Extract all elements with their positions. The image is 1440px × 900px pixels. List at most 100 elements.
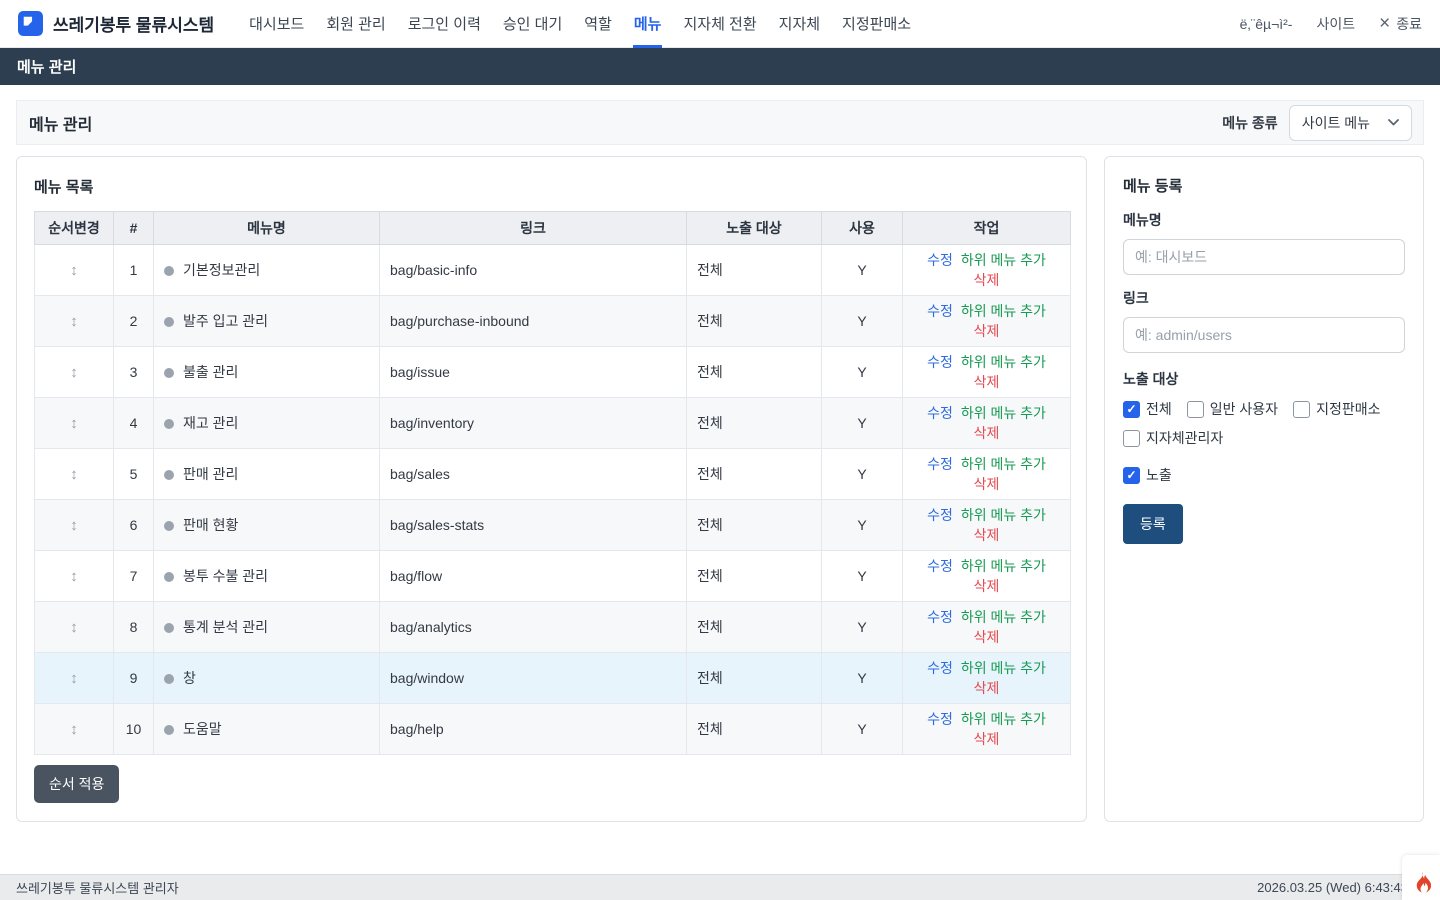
table-cell: Y xyxy=(822,653,903,704)
checkbox-checked-icon[interactable]: ✓ xyxy=(1123,401,1140,418)
menu-register-panel: 메뉴 등록 메뉴명 링크 노출 대상 ✓전체일반 사용자지정판매소지자체관리자 … xyxy=(1104,156,1424,822)
edit-link[interactable]: 수정 xyxy=(927,558,953,574)
table-cell: 전체 xyxy=(687,602,822,653)
register-button[interactable]: 등록 xyxy=(1123,504,1183,544)
table-cell: 통계 분석 관리 xyxy=(154,602,380,653)
nav-item[interactable]: 지자체 xyxy=(768,0,831,48)
menu-use-flag: Y xyxy=(857,262,866,278)
nav-item[interactable]: 지자체 전환 xyxy=(672,0,767,48)
column-header: 순서변경 xyxy=(35,212,114,245)
target-checkbox[interactable]: 지자체관리자 xyxy=(1123,428,1223,448)
table-row: ↕9창bag/window전체Y수정하위 메뉴 추가삭제 xyxy=(35,653,1071,704)
logout-button[interactable]: × 종료 xyxy=(1379,14,1422,34)
drag-handle-icon[interactable]: ↕ xyxy=(70,466,78,483)
add-submenu-link[interactable]: 하위 메뉴 추가 xyxy=(961,303,1046,319)
delete-link[interactable]: 삭제 xyxy=(974,527,1000,543)
site-link[interactable]: 사이트 xyxy=(1316,14,1355,34)
edit-link[interactable]: 수정 xyxy=(927,252,953,268)
main-content: 메뉴 목록 순서변경#메뉴명링크노출 대상사용작업 ↕1기본정보관리bag/ba… xyxy=(16,156,1424,822)
delete-link[interactable]: 삭제 xyxy=(974,731,1000,747)
delete-link[interactable]: 삭제 xyxy=(974,323,1000,339)
target-checkbox[interactable]: 일반 사용자 xyxy=(1187,399,1278,419)
delete-link[interactable]: 삭제 xyxy=(974,374,1000,390)
table-cell: bag/sales xyxy=(380,449,687,500)
menu-link-label: 링크 xyxy=(1123,288,1405,308)
delete-link[interactable]: 삭제 xyxy=(974,578,1000,594)
edit-link[interactable]: 수정 xyxy=(927,507,953,523)
add-submenu-link[interactable]: 하위 메뉴 추가 xyxy=(961,711,1046,727)
menu-name-input[interactable] xyxy=(1123,239,1405,275)
nav-items: 대시보드회원 관리로그인 이력승인 대기역할메뉴지자체 전환지자체지정판매소 xyxy=(238,0,922,48)
edit-link[interactable]: 수정 xyxy=(927,711,953,727)
debug-toolbar-button[interactable] xyxy=(1402,855,1440,900)
drag-handle-icon[interactable]: ↕ xyxy=(70,517,78,534)
add-submenu-link[interactable]: 하위 메뉴 추가 xyxy=(961,609,1046,625)
add-submenu-link[interactable]: 하위 메뉴 추가 xyxy=(961,252,1046,268)
menu-link: bag/help xyxy=(390,721,444,737)
table-cell: 수정 하위 메뉴 추가삭제 xyxy=(903,449,1071,500)
add-submenu-link[interactable]: 하위 메뉴 추가 xyxy=(961,456,1046,472)
table-cell: 1 xyxy=(114,245,154,296)
row-number: 5 xyxy=(130,466,138,482)
menu-use-flag: Y xyxy=(857,619,866,635)
visible-checkbox[interactable]: ✓노출 xyxy=(1123,465,1172,485)
target-checkbox[interactable]: ✓전체 xyxy=(1123,399,1172,419)
drag-handle-icon[interactable]: ↕ xyxy=(70,721,78,738)
page-title: 메뉴 관리 xyxy=(28,111,92,135)
nav-item[interactable]: 회원 관리 xyxy=(315,0,396,48)
checkbox-checked-icon[interactable]: ✓ xyxy=(1123,467,1140,484)
column-header: 메뉴명 xyxy=(154,212,380,245)
menu-use-flag: Y xyxy=(857,670,866,686)
edit-link[interactable]: 수정 xyxy=(927,660,953,676)
menu-link-input[interactable] xyxy=(1123,317,1405,353)
nav-item[interactable]: 역할 xyxy=(573,0,623,48)
checkbox-unchecked-icon[interactable] xyxy=(1123,430,1140,447)
menu-name: 기본정보관리 xyxy=(183,262,260,278)
drag-handle-icon[interactable]: ↕ xyxy=(70,670,78,687)
table-cell: bag/sales-stats xyxy=(380,500,687,551)
page-header: 메뉴 관리 메뉴 종류 사이트 메뉴 xyxy=(16,100,1424,145)
edit-link[interactable]: 수정 xyxy=(927,405,953,421)
edit-link[interactable]: 수정 xyxy=(927,303,953,319)
nav-item[interactable]: 로그인 이력 xyxy=(397,0,492,48)
delete-link[interactable]: 삭제 xyxy=(974,680,1000,696)
target-label: 노출 대상 xyxy=(1123,369,1405,389)
nav-item[interactable]: 지정판매소 xyxy=(831,0,922,48)
drag-handle-icon[interactable]: ↕ xyxy=(70,364,78,381)
drag-handle-icon[interactable]: ↕ xyxy=(70,619,78,636)
edit-link[interactable]: 수정 xyxy=(927,354,953,370)
drag-handle-icon[interactable]: ↕ xyxy=(70,568,78,585)
delete-link[interactable]: 삭제 xyxy=(974,425,1000,441)
nav-item[interactable]: 승인 대기 xyxy=(492,0,573,48)
menu-target: 전체 xyxy=(697,262,723,278)
checkbox-unchecked-icon[interactable] xyxy=(1293,401,1310,418)
target-checkbox[interactable]: 지정판매소 xyxy=(1293,399,1380,419)
bullet-icon xyxy=(164,572,174,582)
table-cell: 전체 xyxy=(687,347,822,398)
drag-handle-icon[interactable]: ↕ xyxy=(70,313,78,330)
delete-link[interactable]: 삭제 xyxy=(974,476,1000,492)
table-cell: bag/basic-info xyxy=(380,245,687,296)
menu-table: 순서변경#메뉴명링크노출 대상사용작업 ↕1기본정보관리bag/basic-in… xyxy=(34,211,1071,755)
bullet-icon xyxy=(164,317,174,327)
add-submenu-link[interactable]: 하위 메뉴 추가 xyxy=(961,354,1046,370)
drag-handle-icon[interactable]: ↕ xyxy=(70,415,78,432)
menu-type-select[interactable]: 사이트 메뉴 xyxy=(1289,105,1412,141)
nav-item[interactable]: 메뉴 xyxy=(623,0,673,48)
add-submenu-link[interactable]: 하위 메뉴 추가 xyxy=(961,405,1046,421)
edit-link[interactable]: 수정 xyxy=(927,456,953,472)
table-cell: 3 xyxy=(114,347,154,398)
add-submenu-link[interactable]: 하위 메뉴 추가 xyxy=(961,507,1046,523)
delete-link[interactable]: 삭제 xyxy=(974,272,1000,288)
menu-target: 전체 xyxy=(697,619,723,635)
drag-handle-icon[interactable]: ↕ xyxy=(70,262,78,279)
edit-link[interactable]: 수정 xyxy=(927,609,953,625)
menu-link: bag/issue xyxy=(390,364,450,380)
delete-link[interactable]: 삭제 xyxy=(974,629,1000,645)
add-submenu-link[interactable]: 하위 메뉴 추가 xyxy=(961,660,1046,676)
add-submenu-link[interactable]: 하위 메뉴 추가 xyxy=(961,558,1046,574)
apply-order-button[interactable]: 순서 적용 xyxy=(34,765,119,803)
checkbox-unchecked-icon[interactable] xyxy=(1187,401,1204,418)
nav-item[interactable]: 대시보드 xyxy=(238,0,315,48)
table-cell: Y xyxy=(822,704,903,755)
